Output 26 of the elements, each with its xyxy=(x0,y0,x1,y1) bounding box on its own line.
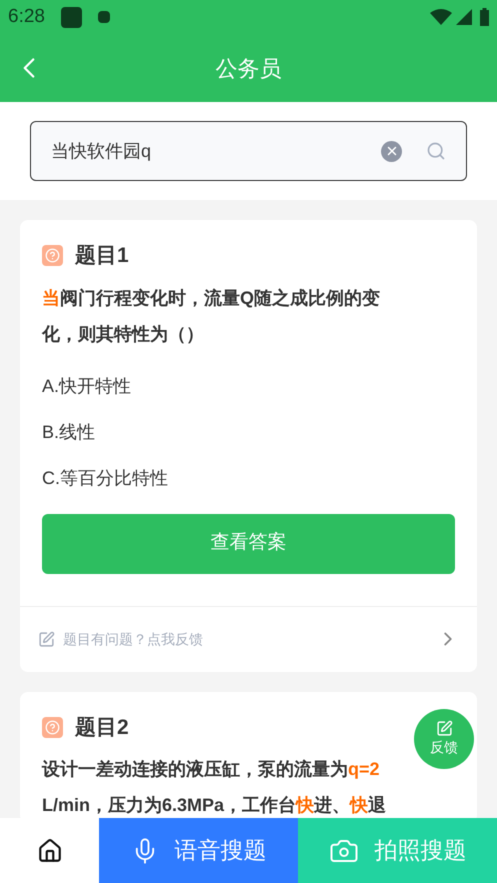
view-answer-button[interactable]: 查看答案 xyxy=(42,514,455,574)
edit-icon xyxy=(436,720,452,737)
clear-icon[interactable] xyxy=(381,140,402,162)
signal-icon xyxy=(456,9,472,25)
answer-option[interactable]: A.快开特性 xyxy=(42,364,455,410)
home-icon xyxy=(36,838,62,864)
answer-option[interactable]: B.线性 xyxy=(42,410,455,456)
keyboard-icon xyxy=(98,11,110,23)
app-icon xyxy=(60,6,82,28)
voice-search-button[interactable]: 语音搜题 xyxy=(99,818,298,883)
question-text: 当阀门行程变化时，流量Q随之成比例的变化，则其特性为（） xyxy=(42,286,382,346)
page-title: 公务员 xyxy=(216,54,282,82)
battery-icon xyxy=(480,8,489,26)
question-icon xyxy=(42,245,63,266)
wifi-icon xyxy=(430,9,452,25)
clock-text: 6:28 xyxy=(8,4,45,29)
search-field[interactable]: 当快软件园q xyxy=(30,121,467,181)
answer-option[interactable]: C.等百分比特性 xyxy=(42,456,455,502)
question-title: 题目2 xyxy=(75,714,129,740)
home-tab[interactable] xyxy=(0,818,99,883)
question-icon xyxy=(42,716,63,738)
edit-icon xyxy=(38,630,55,648)
search-icon[interactable] xyxy=(426,141,446,161)
feedback-row[interactable]: 题目有问题？点我反馈 xyxy=(20,606,477,672)
question-text: 设计一差动连接的液压缸，泵的流量为q=2 L/min，压力为6.3MPa，工作台快进、快退 xyxy=(42,758,388,817)
question-title: 题目1 xyxy=(75,243,129,269)
